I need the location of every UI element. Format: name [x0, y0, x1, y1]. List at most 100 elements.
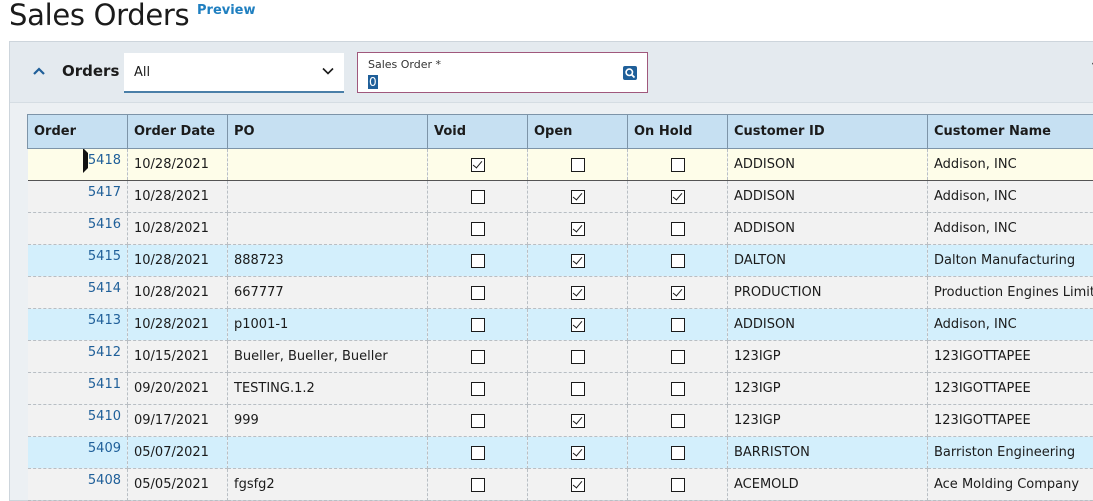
po-cell: TESTING.1.2	[228, 373, 428, 405]
void-checkbox[interactable]	[471, 286, 485, 300]
orders-grid: OrderOrder DatePOVoidOpenOn HoldCustomer…	[27, 114, 1093, 501]
column-header-po[interactable]: PO	[228, 115, 428, 149]
void-checkbox[interactable]	[471, 158, 485, 172]
orders-panel: Orders All Sales Order * 0 OrderOrder Da…	[9, 41, 1093, 501]
void-checkbox[interactable]	[471, 254, 485, 268]
preview-link[interactable]: Preview	[197, 3, 256, 18]
po-cell: p1001-1	[228, 309, 428, 341]
customer-id-cell: ACEMOLD	[728, 469, 928, 501]
on-hold-checkbox[interactable]	[671, 286, 685, 300]
column-header-on-hold[interactable]: On Hold	[628, 115, 728, 149]
void-checkbox[interactable]	[471, 446, 485, 460]
order-date-cell: 10/28/2021	[128, 213, 228, 245]
on-hold-checkbox-cell	[628, 469, 728, 501]
collapse-button[interactable]	[30, 60, 48, 82]
table-row[interactable]: 540905/07/2021BARRISTONBarriston Enginee…	[28, 437, 1093, 469]
on-hold-checkbox-cell	[628, 437, 728, 469]
open-checkbox[interactable]	[571, 446, 585, 460]
open-checkbox-cell	[528, 213, 628, 245]
customer-name-cell: 123IGOTTAPEE	[928, 373, 1093, 405]
table-row[interactable]: 540805/05/2021fgsfg2ACEMOLDAce Molding C…	[28, 469, 1093, 501]
on-hold-checkbox-cell	[628, 309, 728, 341]
po-cell: fgsfg2	[228, 469, 428, 501]
customer-name-cell: Dalton Manufacturing	[928, 245, 1093, 277]
on-hold-checkbox-cell	[628, 213, 728, 245]
sales-order-field[interactable]: Sales Order * 0	[357, 52, 648, 93]
customer-name-cell: Addison, INC	[928, 149, 1093, 181]
order-link[interactable]: 5409	[28, 437, 128, 469]
open-checkbox-cell	[528, 437, 628, 469]
void-checkbox-cell	[428, 181, 528, 213]
column-header-order-date[interactable]: Order Date	[128, 115, 228, 149]
void-checkbox[interactable]	[471, 222, 485, 236]
open-checkbox[interactable]	[571, 350, 585, 364]
on-hold-checkbox[interactable]	[671, 158, 685, 172]
table-row[interactable]: 541109/20/2021TESTING.1.2123IGP123IGOTTA…	[28, 373, 1093, 405]
open-checkbox[interactable]	[571, 478, 585, 492]
on-hold-checkbox-cell	[628, 149, 728, 181]
column-header-order[interactable]: Order	[28, 115, 128, 149]
column-header-customer-id[interactable]: Customer ID	[728, 115, 928, 149]
page-header: Sales Orders Preview	[0, 0, 1093, 40]
page-title: Sales Orders	[9, 0, 189, 32]
void-checkbox[interactable]	[471, 318, 485, 332]
order-link[interactable]: 5413	[28, 309, 128, 341]
order-link[interactable]: 5412	[28, 341, 128, 373]
order-link[interactable]: 5415	[28, 245, 128, 277]
open-checkbox[interactable]	[571, 318, 585, 332]
table-row[interactable]: 541810/28/2021ADDISONAddison, INC	[28, 149, 1093, 181]
open-checkbox[interactable]	[571, 286, 585, 300]
on-hold-checkbox[interactable]	[671, 318, 685, 332]
order-link[interactable]: 5414	[28, 277, 128, 309]
void-checkbox[interactable]	[471, 190, 485, 204]
customer-id-cell: 123IGP	[728, 341, 928, 373]
table-row[interactable]: 541710/28/2021ADDISONAddison, INC	[28, 181, 1093, 213]
open-checkbox[interactable]	[571, 414, 585, 428]
table-row[interactable]: 541210/15/2021Bueller, Bueller, Bueller1…	[28, 341, 1093, 373]
column-header-void[interactable]: Void	[428, 115, 528, 149]
open-checkbox[interactable]	[571, 190, 585, 204]
void-checkbox[interactable]	[471, 478, 485, 492]
order-link[interactable]: 5408	[28, 469, 128, 501]
customer-name-cell: Barriston Engineering	[928, 437, 1093, 469]
open-checkbox[interactable]	[571, 158, 585, 172]
open-checkbox[interactable]	[571, 382, 585, 396]
void-checkbox[interactable]	[471, 350, 485, 364]
column-header-open[interactable]: Open	[528, 115, 628, 149]
search-icon[interactable]	[623, 66, 637, 80]
order-link[interactable]: 5417	[28, 181, 128, 213]
on-hold-checkbox[interactable]	[671, 190, 685, 204]
order-link[interactable]: 5411	[28, 373, 128, 405]
on-hold-checkbox[interactable]	[671, 222, 685, 236]
column-header-customer-name[interactable]: Customer Name	[928, 115, 1093, 149]
order-date-cell: 09/20/2021	[128, 373, 228, 405]
customer-name-cell: Production Engines Limited	[928, 277, 1093, 309]
on-hold-checkbox[interactable]	[671, 446, 685, 460]
on-hold-checkbox[interactable]	[671, 254, 685, 268]
on-hold-checkbox-cell	[628, 405, 728, 437]
table-row[interactable]: 541510/28/2021888723DALTONDalton Manufac…	[28, 245, 1093, 277]
void-checkbox[interactable]	[471, 414, 485, 428]
table-row[interactable]: 541009/17/2021999123IGP123IGOTTAPEE	[28, 405, 1093, 437]
order-link[interactable]: 5418	[28, 149, 128, 181]
order-link[interactable]: 5416	[28, 213, 128, 245]
open-checkbox-cell	[528, 469, 628, 501]
customer-name-cell: Addison, INC	[928, 309, 1093, 341]
open-checkbox[interactable]	[571, 222, 585, 236]
table-row[interactable]: 541610/28/2021ADDISONAddison, INC	[28, 213, 1093, 245]
on-hold-checkbox[interactable]	[671, 414, 685, 428]
on-hold-checkbox-cell	[628, 245, 728, 277]
order-date-cell: 09/17/2021	[128, 405, 228, 437]
table-row[interactable]: 541310/28/2021p1001-1ADDISONAddison, INC	[28, 309, 1093, 341]
sales-order-label: Sales Order *	[368, 58, 441, 71]
on-hold-checkbox[interactable]	[671, 478, 685, 492]
filter-dropdown[interactable]: All	[124, 53, 344, 93]
sales-order-value[interactable]: 0	[368, 75, 378, 89]
on-hold-checkbox[interactable]	[671, 350, 685, 364]
on-hold-checkbox[interactable]	[671, 382, 685, 396]
table-row[interactable]: 541410/28/2021667777PRODUCTIONProduction…	[28, 277, 1093, 309]
void-checkbox[interactable]	[471, 382, 485, 396]
grid-header-row: OrderOrder DatePOVoidOpenOn HoldCustomer…	[28, 115, 1093, 149]
open-checkbox[interactable]	[571, 254, 585, 268]
order-link[interactable]: 5410	[28, 405, 128, 437]
